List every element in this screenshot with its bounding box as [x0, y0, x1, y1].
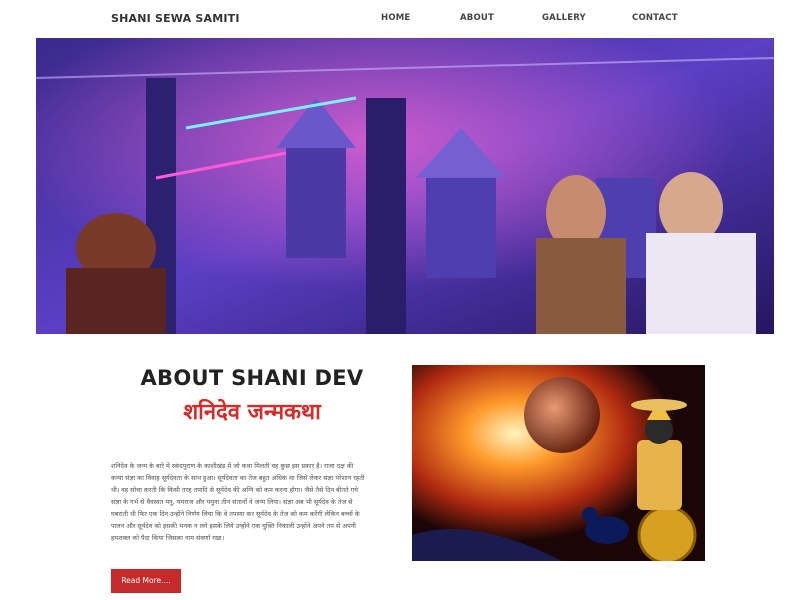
- site-brand[interactable]: SHANI SEWA SAMITI: [111, 12, 240, 25]
- shani-dev-image: [412, 365, 705, 561]
- hero-banner-image: [36, 38, 774, 334]
- nav-home[interactable]: HOME: [381, 13, 410, 23]
- about-subtitle: शनिदेव जन्मकथा: [183, 400, 321, 425]
- nav-gallery[interactable]: GALLERY: [542, 13, 586, 23]
- nav-contact[interactable]: CONTACT: [632, 13, 678, 23]
- read-more-button[interactable]: Read More....: [111, 569, 181, 593]
- nav-about[interactable]: ABOUT: [460, 13, 494, 23]
- about-title: ABOUT SHANI DEV: [140, 366, 364, 390]
- about-body-text: शनिदेव के जन्म के बारे में स्कंदपुराण के…: [111, 462, 365, 542]
